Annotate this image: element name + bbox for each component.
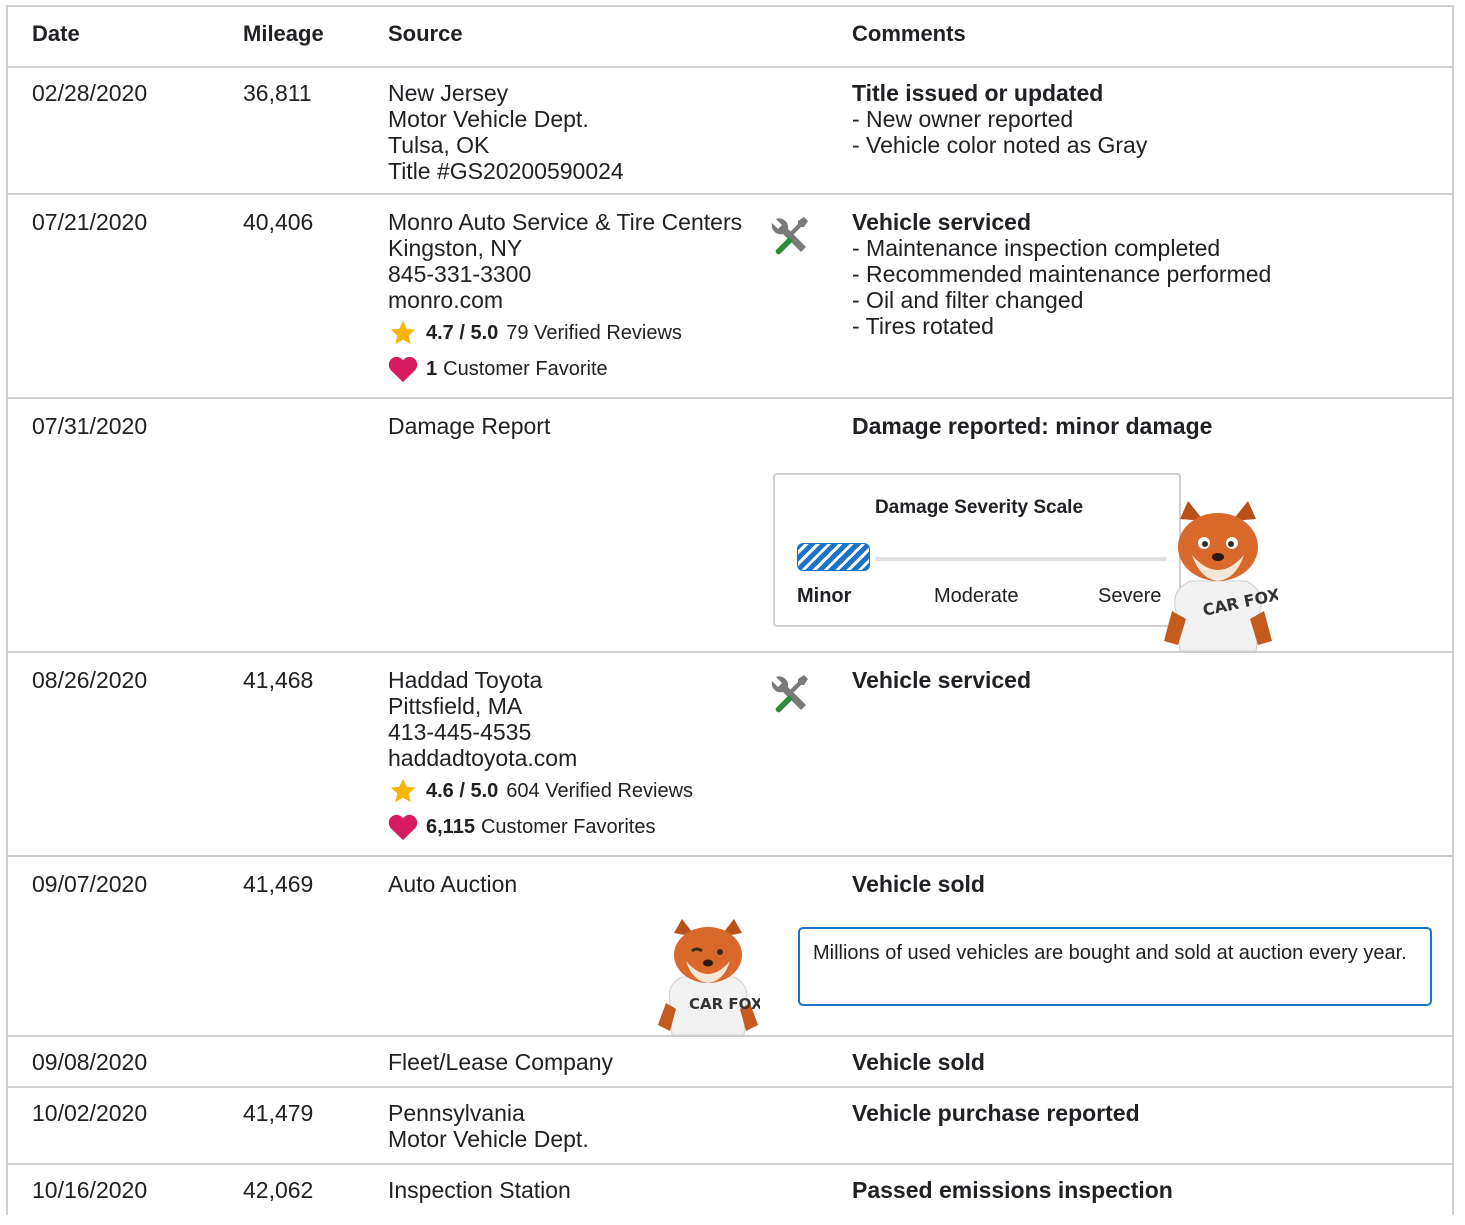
row-mileage: 40,406 bbox=[243, 209, 314, 235]
severity-label-minor: Minor bbox=[797, 585, 852, 607]
severity-label-severe: Severe bbox=[1098, 585, 1162, 607]
row-date: 07/31/2020 bbox=[32, 413, 148, 439]
rating-value: 4.6 / 5.0 bbox=[426, 779, 499, 802]
severity-title: Damage Severity Scale bbox=[874, 497, 1084, 518]
source-line: 413-445-4535 bbox=[388, 719, 532, 745]
row-date: 09/07/2020 bbox=[32, 871, 148, 897]
favorites-label: Customer Favorite bbox=[443, 357, 608, 380]
row-date: 10/02/2020 bbox=[32, 1100, 148, 1126]
row-comments: Vehicle serviced - Maintenance inspectio… bbox=[852, 209, 1271, 339]
row-mileage: 36,811 bbox=[243, 80, 312, 106]
star-icon bbox=[390, 778, 416, 803]
header-source: Source bbox=[388, 21, 463, 46]
source-line: Kingston, NY bbox=[388, 235, 523, 261]
service-tools-icon bbox=[771, 675, 808, 713]
source-line[interactable]: monro.com bbox=[388, 287, 742, 313]
rating-value: 4.7 / 5.0 bbox=[426, 321, 499, 344]
row-source: New Jersey Motor Vehicle Dept. Tulsa, OK… bbox=[388, 80, 624, 184]
row-source: Monro Auto Service & Tire Centers Kingst… bbox=[388, 209, 742, 313]
table-row: 02/28/2020 36,811 New Jersey Motor Vehic… bbox=[8, 68, 1452, 195]
carfox-mascot-icon: CAR FOX bbox=[658, 919, 760, 1035]
table-header: Date Mileage Source Comments bbox=[8, 7, 1452, 68]
row-mileage: 41,469 bbox=[243, 871, 314, 897]
source-line: Pittsfield, MA bbox=[388, 693, 523, 719]
auction-info-notice: Millions of used vehicles are bought and… bbox=[798, 927, 1432, 1006]
fox-shirt-text: CAR FOX bbox=[689, 995, 760, 1013]
favorites-line: 6,115 Customer Favorites bbox=[388, 813, 655, 841]
row-source: Haddad Toyota Pittsfield, MA 413-445-453… bbox=[388, 667, 577, 771]
source-line: Motor Vehicle Dept. bbox=[388, 106, 589, 132]
row-comments: Title issued or updated - New owner repo… bbox=[852, 80, 1147, 158]
source-line: New Jersey bbox=[388, 80, 509, 106]
carfox-mascot-icon: CAR FOX bbox=[1164, 501, 1278, 651]
row-date: 02/28/2020 bbox=[32, 80, 148, 106]
row-mileage: 42,062 bbox=[243, 1177, 314, 1203]
source-line: Tulsa, OK bbox=[388, 132, 490, 158]
rating-line[interactable]: 4.7 / 5.0 79 Verified Reviews bbox=[388, 319, 682, 347]
severity-indicator bbox=[797, 543, 870, 571]
comment-title: Vehicle serviced bbox=[852, 667, 1032, 693]
source-line: Haddad Toyota bbox=[388, 667, 543, 693]
row-source: Damage Report bbox=[388, 413, 551, 439]
row-source: Inspection Station bbox=[388, 1177, 571, 1203]
row-source: Auto Auction bbox=[388, 871, 518, 897]
comment-title: Vehicle sold bbox=[852, 1049, 985, 1075]
row-date: 07/21/2020 bbox=[32, 209, 148, 235]
comment-title: Title issued or updated bbox=[852, 80, 1104, 106]
damage-severity-scale: Damage Severity Scale Minor Moderate Sev… bbox=[773, 473, 1181, 627]
favorites-line: 1 Customer Favorite bbox=[388, 355, 608, 383]
vehicle-history-table: Date Mileage Source Comments 02/28/2020 … bbox=[6, 5, 1454, 1215]
table-row: 10/16/2020 42,062 Inspection Station Pas… bbox=[8, 1165, 1452, 1225]
row-date: 08/26/2020 bbox=[32, 667, 148, 693]
comment-title: Vehicle sold bbox=[852, 871, 985, 897]
reviews-link[interactable]: 604 Verified Reviews bbox=[506, 780, 693, 803]
table-row: 07/21/2020 40,406 Monro Auto Service & T… bbox=[8, 195, 1452, 399]
severity-label-moderate: Moderate bbox=[934, 585, 1019, 607]
source-line: Motor Vehicle Dept. bbox=[388, 1126, 589, 1152]
row-mileage: 41,479 bbox=[243, 1100, 314, 1126]
table-row: 08/26/2020 41,468 Haddad Toyota Pittsfie… bbox=[8, 653, 1452, 857]
comment-title: Vehicle purchase reported bbox=[852, 1100, 1140, 1126]
comment-item: - Vehicle color noted as Gray bbox=[852, 132, 1148, 158]
reviews-link[interactable]: 79 Verified Reviews bbox=[506, 322, 682, 345]
favorites-label: Customer Favorites bbox=[480, 815, 656, 838]
header-mileage: Mileage bbox=[243, 21, 324, 46]
table-row: 10/02/2020 41,479 Pennsylvania Motor Veh… bbox=[8, 1088, 1452, 1165]
favorites-count: 6,115 bbox=[426, 815, 475, 838]
comment-item: - Tires rotated bbox=[852, 313, 994, 339]
service-tools-icon bbox=[771, 217, 808, 255]
star-icon bbox=[390, 320, 416, 345]
row-source: Pennsylvania Motor Vehicle Dept. bbox=[388, 1100, 589, 1152]
rating-line[interactable]: 4.6 / 5.0 604 Verified Reviews bbox=[388, 777, 693, 805]
source-line: 845-331-3300 bbox=[388, 261, 532, 287]
comment-item: - Oil and filter changed bbox=[852, 287, 1084, 313]
comment-title: Vehicle serviced bbox=[852, 209, 1032, 235]
comment-title: Passed emissions inspection bbox=[852, 1177, 1173, 1203]
heart-icon bbox=[388, 356, 418, 383]
source-line: Pennsylvania bbox=[388, 1100, 525, 1126]
header-date: Date bbox=[32, 21, 80, 46]
table-row: 09/08/2020 Fleet/Lease Company Vehicle s… bbox=[8, 1037, 1452, 1088]
comment-item: - New owner reported bbox=[852, 106, 1074, 132]
table-row: 09/07/2020 41,469 Auto Auction Vehicle s… bbox=[8, 857, 1452, 1037]
heart-icon bbox=[388, 814, 418, 841]
row-date: 10/16/2020 bbox=[32, 1177, 148, 1203]
favorites-count: 1 bbox=[426, 357, 438, 380]
row-date: 09/08/2020 bbox=[32, 1049, 148, 1075]
comment-item: - Recommended maintenance performed bbox=[852, 261, 1272, 287]
row-source: Fleet/Lease Company bbox=[388, 1049, 614, 1075]
header-comments: Comments bbox=[852, 21, 966, 46]
source-line: Monro Auto Service & Tire Centers bbox=[388, 209, 743, 235]
source-line: Title #GS20200590024 bbox=[388, 158, 624, 184]
source-line[interactable]: haddadtoyota.com bbox=[388, 745, 577, 771]
comment-item: - Maintenance inspection completed bbox=[852, 235, 1221, 261]
row-mileage: 41,468 bbox=[243, 667, 314, 693]
severity-track bbox=[875, 557, 1167, 561]
comment-title: Damage reported: minor damage bbox=[852, 413, 1213, 439]
table-row: 07/31/2020 Damage Report Damage reported… bbox=[8, 399, 1452, 653]
